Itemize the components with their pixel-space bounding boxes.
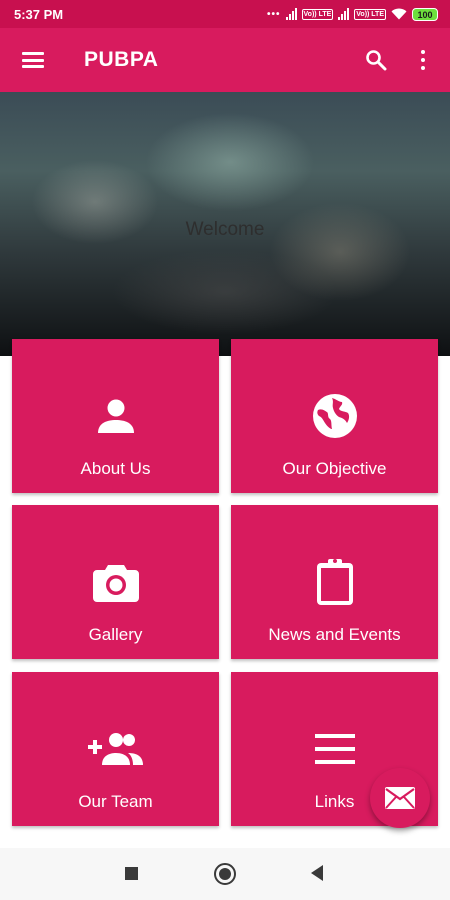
network-label-1: Vo)) LTE [301, 8, 334, 20]
back-icon[interactable] [311, 865, 323, 881]
wifi-icon [391, 8, 407, 20]
network-label-2: Vo)) LTE [354, 8, 386, 20]
status-time: 5:37 PM [14, 6, 64, 22]
tile-news-and-events[interactable]: News and Events [231, 505, 438, 659]
app-bar: PUBPA [0, 28, 450, 92]
system-nav-bar [0, 848, 450, 900]
signal-icon-2 [338, 8, 350, 20]
more-vert-icon[interactable] [420, 50, 426, 70]
more-notifications-icon: ••• [267, 8, 281, 20]
welcome-text: Welcome [185, 219, 265, 240]
tile-gallery[interactable]: Gallery [12, 505, 219, 659]
home-icon[interactable] [214, 863, 236, 885]
tile-label: News and Events [268, 625, 401, 644]
menu-icon[interactable] [22, 52, 44, 68]
tile-label: Gallery [88, 625, 143, 644]
mail-icon [385, 787, 415, 809]
tile-label: About Us [80, 459, 151, 478]
recent-apps-icon[interactable] [125, 867, 138, 880]
tile-label: Our Objective [282, 459, 387, 478]
tile-label: Our Team [78, 792, 153, 811]
status-bar: 5:37 PM ••• Vo)) LTE Vo)) LTE 100 [0, 0, 450, 28]
app-title: PUBPA [84, 48, 159, 71]
battery-indicator: 100 [412, 7, 438, 21]
person-icon [12, 393, 219, 439]
add-group-icon [12, 726, 219, 772]
search-icon[interactable] [364, 48, 388, 72]
tile-our-objective[interactable]: Our Objective [231, 339, 438, 493]
clipboard-icon [231, 559, 438, 605]
globe-icon [231, 393, 438, 439]
tile-our-team[interactable]: Our Team [12, 672, 219, 826]
signal-icon-1 [285, 8, 297, 20]
status-icons: ••• Vo)) LTE Vo)) LTE 100 [267, 7, 438, 21]
list-icon [231, 726, 438, 772]
tile-about-us[interactable]: About Us [12, 339, 219, 493]
welcome-banner: Welcome [0, 92, 450, 356]
mail-fab-button[interactable] [370, 768, 430, 828]
camera-icon [12, 559, 219, 605]
